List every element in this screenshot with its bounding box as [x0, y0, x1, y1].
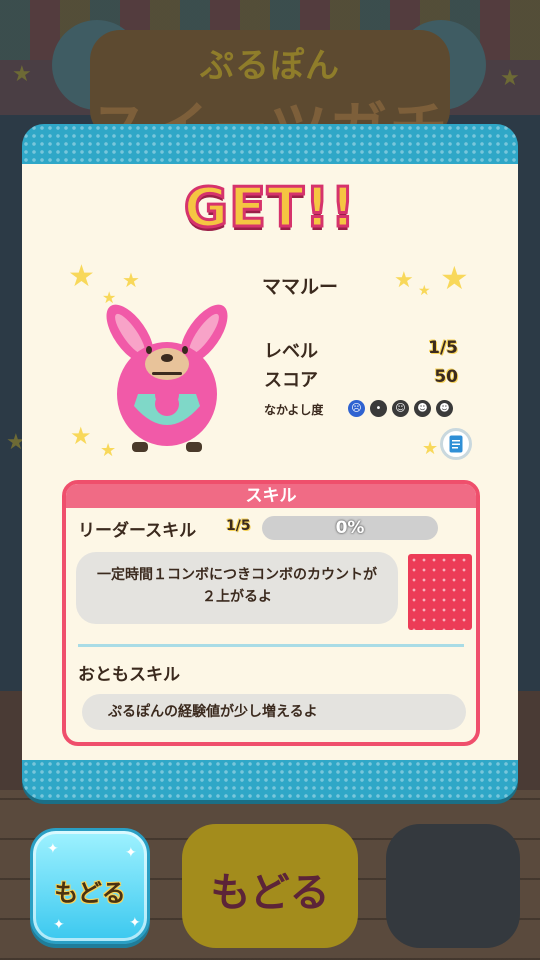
sparkle-icon: ✦ [129, 915, 141, 931]
leader-skill-level: 1/5 [226, 518, 251, 534]
gacha-title-small: ぷるぽん [200, 46, 340, 86]
star-icon: ★ [418, 283, 431, 299]
score-label: スコア [264, 370, 318, 391]
cool-face-icon: ☻ [436, 400, 453, 417]
background-back-label: もどる [210, 870, 330, 916]
star-icon: ★ [12, 62, 32, 87]
star-icon: ★ [500, 66, 520, 91]
sad-face-icon: ☹ [348, 400, 365, 417]
result-dialog: GET!! ★ ★ ★ ★ ★ ★ ★ ★ ★ ママルー レベル 1/5 スコア… [22, 124, 518, 800]
neutral-face-icon: • [370, 400, 387, 417]
leader-skill-progress-bar: 0% [262, 516, 438, 540]
dialog-top-border [22, 124, 518, 164]
leader-skill-progress-text: 0% [335, 518, 365, 538]
level-value: 1/5 [428, 338, 458, 358]
mamaru-character-image [106, 304, 228, 452]
sparkle-icon: ✦ [47, 841, 59, 857]
star-icon: ★ [122, 268, 140, 292]
back-button-label: もどる [54, 879, 126, 907]
star-icon: ★ [68, 259, 95, 294]
skill-header: スキル [66, 484, 476, 508]
star-icon: ★ [440, 259, 469, 297]
background-empty-slot [386, 824, 520, 948]
star-icon: ★ [422, 438, 439, 459]
background-back-button: もどる [182, 824, 358, 948]
character-detail-button[interactable] [440, 428, 472, 460]
back-button[interactable]: ✦ ✦ ✦ ✦ もどる [30, 828, 150, 944]
smile-face-icon: ☺ [392, 400, 409, 417]
star-icon: ★ [394, 268, 414, 293]
skill-panel: スキル リーダースキル 1/5 0% 一定時間１コンボにつきコンボのカウントが２… [62, 480, 480, 746]
level-label: レベル [264, 341, 318, 362]
document-icon [449, 435, 463, 453]
leader-skill-label: リーダースキル [78, 521, 197, 541]
skill-divider [78, 644, 464, 647]
grin-face-icon: ☻ [414, 400, 431, 417]
leader-skill-description: 一定時間１コンボにつきコンボのカウントが２上がるよ [76, 552, 398, 624]
hexagon-block-icon [408, 554, 472, 630]
buddy-skill-description: ぷるぽんの経験値が少し増えるよ [82, 694, 466, 730]
buddy-skill-label: おともスキル [78, 665, 180, 685]
sparkle-icon: ✦ [125, 845, 137, 861]
score-value: 50 [434, 367, 458, 387]
friendship-label: なかよし度 [264, 403, 324, 417]
character-name: ママルー [262, 276, 339, 298]
get-title: GET!! [182, 175, 357, 241]
star-icon: ★ [70, 422, 92, 450]
dialog-bottom-border [22, 760, 518, 800]
sparkle-icon: ✦ [53, 917, 65, 933]
